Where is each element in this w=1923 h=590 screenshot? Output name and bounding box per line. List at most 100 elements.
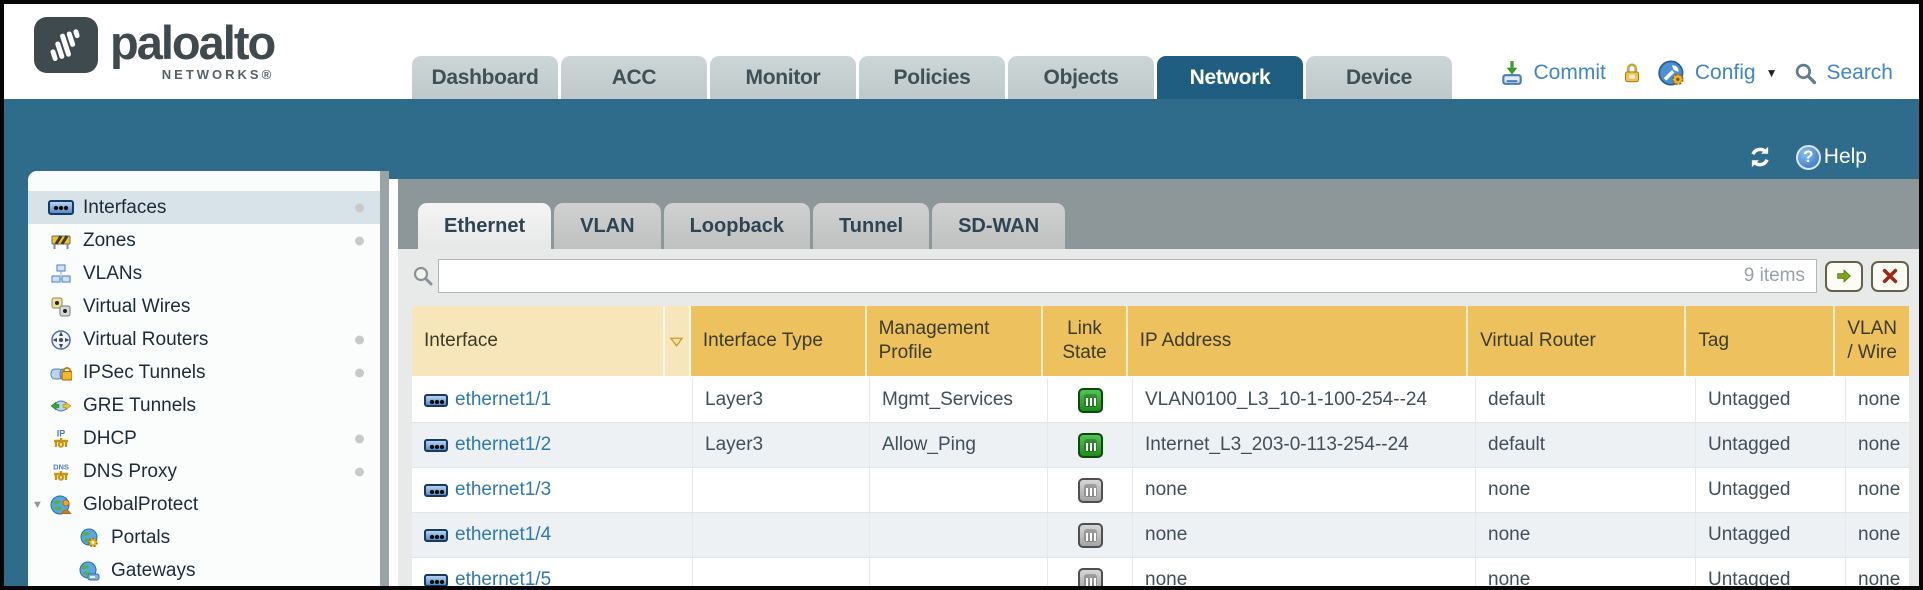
- help-button[interactable]: Help: [1796, 145, 1867, 170]
- interface-cell: ethernet1/2: [412, 423, 693, 467]
- interface-type-cell: [693, 513, 870, 557]
- col-header-management-profile[interactable]: Management Profile: [867, 306, 1044, 376]
- sidebar-item-portals[interactable]: Portals: [28, 521, 380, 554]
- sidebar-item-zones[interactable]: Zones: [28, 224, 380, 257]
- vlan-wire-cell: none: [1846, 513, 1909, 557]
- commit-button[interactable]: Commit: [1534, 61, 1606, 85]
- sort-dropdown-button[interactable]: [665, 306, 691, 376]
- tunnel-lock-icon: [48, 362, 74, 384]
- expander-triangle-icon[interactable]: ▼: [32, 499, 43, 511]
- tab-acc[interactable]: ACC: [561, 56, 707, 99]
- apply-filter-button[interactable]: [1825, 261, 1863, 292]
- tab-dashboard[interactable]: Dashboard: [412, 56, 558, 99]
- search-button[interactable]: Search: [1826, 61, 1893, 85]
- interface-cell: ethernet1/4: [412, 513, 693, 557]
- lock-icon[interactable]: [1620, 61, 1644, 85]
- tab-policies[interactable]: Policies: [859, 56, 1005, 99]
- management-profile-cell: [870, 468, 1048, 512]
- interface-link[interactable]: ethernet1/1: [455, 389, 551, 411]
- management-profile-cell: Allow_Ping: [870, 423, 1048, 467]
- link-state-icon[interactable]: [1078, 523, 1103, 548]
- interface-link[interactable]: ethernet1/2: [455, 434, 551, 456]
- dns-relay-icon: DNS: [48, 461, 74, 483]
- interface-link[interactable]: ethernet1/5: [455, 569, 551, 586]
- item-dot-icon: [355, 236, 364, 245]
- tab-monitor[interactable]: Monitor: [710, 56, 856, 99]
- tab-objects[interactable]: Objects: [1008, 56, 1154, 99]
- sidebar-item-dns-proxy[interactable]: DNS DNS Proxy: [28, 455, 380, 488]
- sidebar-item-virtual-routers[interactable]: Virtual Routers: [28, 323, 380, 356]
- sidebar-item-gre-tunnels[interactable]: GRE Tunnels: [28, 389, 380, 422]
- sidebar-item-virtual-wires[interactable]: Virtual Wires: [28, 290, 380, 323]
- col-header-virtual-router[interactable]: Virtual Router: [1468, 306, 1686, 376]
- col-header-tag[interactable]: Tag: [1686, 306, 1835, 376]
- col-header-link-state[interactable]: Link State: [1043, 306, 1128, 376]
- link-state-icon[interactable]: [1078, 388, 1103, 413]
- subtab-tunnel[interactable]: Tunnel: [813, 203, 929, 249]
- subtab-vlan[interactable]: VLAN: [554, 203, 660, 249]
- management-profile-cell: [870, 558, 1048, 586]
- config-caret-icon[interactable]: ▼: [1766, 66, 1778, 80]
- ethernet-port-icon: [424, 439, 448, 452]
- table-header: Interface Interface Type Management Prof…: [412, 306, 1909, 378]
- sidebar-item-interfaces[interactable]: Interfaces: [28, 191, 380, 224]
- help-icon: [1796, 145, 1821, 170]
- teal-band: Help: [4, 99, 1919, 179]
- left-teal-strip: [4, 179, 28, 586]
- app-window: paloalto NETWORKS® Dashboard ACC Monitor…: [0, 0, 1923, 590]
- tab-device[interactable]: Device: [1306, 56, 1452, 99]
- sidebar-item-ipsec-tunnels[interactable]: IPSec Tunnels: [28, 356, 380, 389]
- paloalto-logo: paloalto NETWORKS®: [34, 17, 274, 82]
- sidebar-item-label: VLANs: [83, 263, 142, 285]
- commit-icon: [1499, 60, 1525, 86]
- virtual-router-cell: none: [1476, 468, 1696, 512]
- col-header-interface-type[interactable]: Interface Type: [691, 306, 867, 376]
- config-button[interactable]: Config: [1695, 61, 1756, 85]
- vlan-wire-cell: none: [1846, 468, 1909, 512]
- sidebar-item-label: IPSec Tunnels: [83, 362, 206, 384]
- sidebar-item-label: GRE Tunnels: [83, 395, 196, 417]
- col-header-interface[interactable]: Interface: [412, 306, 665, 376]
- virtual-router-cell: default: [1476, 378, 1696, 422]
- config-icon: [1658, 59, 1686, 87]
- zones-barrier-icon: [48, 230, 74, 252]
- link-state-icon[interactable]: [1078, 433, 1103, 458]
- filter-bar: 9 items: [412, 255, 1909, 297]
- sidebar-item-vlans[interactable]: VLANs: [28, 257, 380, 290]
- table-body: ethernet1/1 Layer3 Mgmt_Services VLAN010…: [412, 378, 1909, 586]
- interface-cell: ethernet1/5: [412, 558, 693, 586]
- link-state-cell: [1048, 468, 1133, 512]
- ethernet-port-icon: [424, 574, 448, 587]
- sidebar-item-label: Gateways: [111, 560, 195, 582]
- interface-type-cell: [693, 558, 870, 586]
- ip-address-cell: Internet_L3_203-0-113-254--24: [1133, 423, 1476, 467]
- sidebar-item-dhcp[interactable]: IP DHCP: [28, 422, 380, 455]
- tag-cell: Untagged: [1696, 468, 1846, 512]
- ethernet-port-icon: [424, 394, 448, 407]
- sidebar-item-globalprotect[interactable]: ▼ GlobalProtect: [28, 488, 380, 521]
- interface-cell: ethernet1/1: [412, 378, 693, 422]
- link-state-icon[interactable]: [1078, 568, 1103, 587]
- brand-sub: NETWORKS®: [110, 67, 274, 82]
- virtual-wires-icon: [48, 296, 74, 318]
- subtab-sdwan[interactable]: SD-WAN: [932, 203, 1065, 249]
- clear-filter-button[interactable]: [1871, 261, 1909, 292]
- link-state-cell: [1048, 423, 1133, 467]
- subtab-ethernet[interactable]: Ethernet: [418, 203, 551, 249]
- tab-network[interactable]: Network: [1157, 56, 1303, 99]
- col-header-vlan-wire[interactable]: VLAN / Wire: [1835, 306, 1909, 376]
- sidebar-item-label: DNS Proxy: [83, 461, 177, 483]
- interface-cell: ethernet1/3: [412, 468, 693, 512]
- refresh-icon[interactable]: [1746, 144, 1774, 170]
- virtual-router-cell: none: [1476, 513, 1696, 557]
- interface-link[interactable]: ethernet1/3: [455, 479, 551, 501]
- link-state-icon[interactable]: [1078, 478, 1103, 503]
- help-label: Help: [1824, 145, 1867, 169]
- sidebar-item-gateways[interactable]: Gateways: [28, 554, 380, 586]
- col-header-ip-address[interactable]: IP Address: [1128, 306, 1468, 376]
- interface-link[interactable]: ethernet1/4: [455, 524, 551, 546]
- main-nav-tabs: Dashboard ACC Monitor Policies Objects N…: [412, 56, 1452, 99]
- link-state-cell: [1048, 378, 1133, 422]
- filter-input[interactable]: [438, 259, 1817, 293]
- subtab-loopback[interactable]: Loopback: [664, 203, 810, 249]
